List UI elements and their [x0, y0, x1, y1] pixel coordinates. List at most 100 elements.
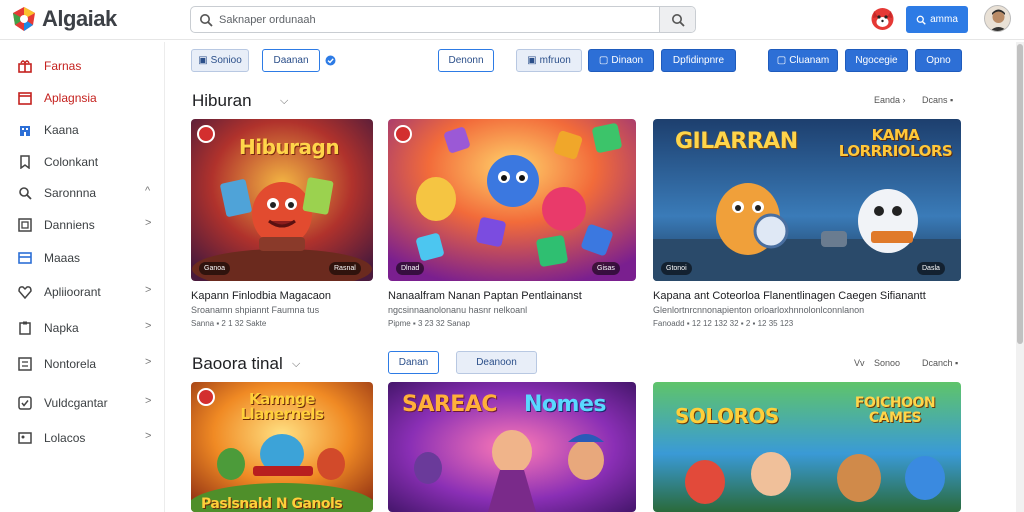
- sidebar-item-label: Farnas: [44, 59, 82, 73]
- chip-filter-4[interactable]: ▣ mfruon: [516, 49, 582, 72]
- sidebar-item-1[interactable]: Farnas: [0, 54, 165, 78]
- scrollbar-thumb[interactable]: [1017, 44, 1023, 344]
- game-card-1[interactable]: Hiburagn Ganoa Rasnal: [191, 119, 373, 281]
- section-title-hiburan: Hiburan: [192, 91, 252, 110]
- favorite-icon[interactable]: [197, 388, 215, 406]
- section-link-a[interactable]: Eanda ›: [874, 95, 906, 105]
- game-card-2-subtitle: ngcsinnaanolonanu hasnr nelkoanl: [388, 305, 528, 315]
- section-link-a[interactable]: Sonoo: [874, 358, 900, 368]
- building-icon: [20, 126, 30, 136]
- game-card-3-title[interactable]: Kapana ant Coteorloa Flanentlinagen Caeg…: [653, 290, 926, 302]
- game-card-4[interactable]: Kamnge Llanernels Paslsnald N Ganols: [191, 382, 373, 512]
- section-title-baoora: Baoora tinal: [192, 354, 283, 373]
- game-card-1-title[interactable]: Kapann Finlodbia Magacaon: [191, 290, 331, 302]
- chip-filter-3[interactable]: Denonn: [438, 49, 494, 72]
- game-card-6[interactable]: SOLOROS FOICHOON CAMES: [653, 382, 961, 512]
- chip-filter-6[interactable]: Dpfidinpnre: [661, 49, 736, 72]
- section-link-b[interactable]: Dcanch ▪: [922, 358, 958, 368]
- sidebar-item-2[interactable]: Aplagnsia: [0, 86, 165, 110]
- sidebar-item-label: Vuldcgantar: [44, 396, 108, 410]
- sidebar-item-7[interactable]: Maaas: [0, 246, 165, 270]
- sidebar-item-6[interactable]: Danniens >: [0, 213, 165, 237]
- user-avatar-icon: [985, 6, 1010, 31]
- game-art-image: [388, 119, 636, 281]
- top-bar: Algaiak amma: [0, 0, 1024, 40]
- chip-filter-1[interactable]: ▣ Sonioo: [191, 49, 249, 72]
- game-art-title: Kamnge Llanernels: [240, 390, 325, 423]
- tab-deanoon[interactable]: Deanoon: [456, 351, 537, 374]
- chip-filter-2[interactable]: Daanan: [262, 49, 320, 72]
- game-art-title: GILARRAN: [675, 129, 798, 154]
- game-card-2[interactable]: Dlnad Gisas: [388, 119, 636, 281]
- chip-label: Dpfidinpnre: [672, 55, 725, 66]
- mascot-icon[interactable]: [869, 5, 896, 32]
- chip-filter-5[interactable]: ▢ Dinaon: [588, 49, 654, 72]
- section-link-b[interactable]: Dcans ▪: [922, 95, 953, 105]
- favorite-icon[interactable]: [197, 125, 215, 143]
- chip-label: Dinaon: [611, 55, 644, 66]
- chevron-right-icon[interactable]: >: [145, 320, 151, 332]
- game-art-title: SOLOROS: [675, 404, 779, 428]
- search-input[interactable]: [219, 10, 649, 30]
- sidebar-item-4[interactable]: Colonkant: [0, 150, 165, 174]
- sidebar-item-label: Danniens: [44, 218, 95, 232]
- chip-label: mfruon: [539, 55, 571, 66]
- app-logo[interactable]: Algaiak: [12, 6, 117, 32]
- sidebar-item-label: Aplagnsia: [44, 91, 97, 105]
- search-action-button[interactable]: amma: [906, 6, 968, 33]
- sidebar-item-9[interactable]: Napka >: [0, 316, 165, 340]
- sidebar-item-label: Kaana: [44, 123, 79, 137]
- chevron-down-icon[interactable]: ⌵: [292, 358, 300, 371]
- sidebar-item-8[interactable]: Apliioorant >: [0, 280, 165, 304]
- search-icon: [916, 15, 926, 25]
- game-card-2-title[interactable]: Nanaalfram Nanan Paptan Pentlainanst: [388, 290, 582, 302]
- card-badge-left: Gtonoi: [661, 262, 692, 275]
- search-button[interactable]: [659, 7, 695, 32]
- game-art-subtitle: KAMA LORRRIOLORS: [838, 126, 953, 160]
- sidebar-item-3[interactable]: Kaana: [0, 118, 165, 142]
- game-art-title: SAREAC: [402, 392, 498, 417]
- grid-icon: [18, 218, 32, 232]
- chevron-up-icon[interactable]: ^: [145, 185, 150, 197]
- chip-label: Opno: [926, 55, 951, 66]
- sidebar-item-5[interactable]: Saronnna ^: [0, 181, 165, 205]
- image-icon: [18, 432, 32, 444]
- square-icon: ▣: [198, 55, 208, 66]
- chip-filter-8[interactable]: Ngocegie: [845, 49, 908, 72]
- calendar-icon: [18, 92, 32, 105]
- favorite-icon[interactable]: [394, 125, 412, 143]
- chip-filter-9[interactable]: Opno: [915, 49, 962, 72]
- heart-icon: [18, 286, 32, 299]
- chevron-right-icon[interactable]: >: [145, 217, 151, 229]
- chevron-right-icon[interactable]: >: [145, 356, 151, 368]
- square-icon: ▣: [527, 55, 537, 66]
- tab-label: Danan: [398, 357, 429, 368]
- chevron-down-icon[interactable]: ⌵: [280, 95, 288, 108]
- search-icon: [671, 13, 685, 27]
- chip-label: Cluanam: [789, 55, 830, 66]
- game-card-3[interactable]: GILARRAN KAMA LORRRIOLORS Gtonoi Dasla: [653, 119, 961, 281]
- sidebar-item-label: Nontorela: [44, 357, 97, 371]
- app-name: Algaiak: [42, 6, 117, 31]
- sidebar-item-10[interactable]: Nontorela >: [0, 352, 165, 376]
- check-icon: [18, 396, 32, 410]
- chevron-right-icon[interactable]: >: [145, 395, 151, 407]
- sidebar-item-label: Lolacos: [44, 431, 86, 445]
- sidebar-item-label: Maaas: [44, 251, 81, 265]
- filter-icon[interactable]: Vv: [854, 358, 865, 368]
- chevron-right-icon[interactable]: >: [145, 284, 151, 296]
- tab-danan[interactable]: Danan: [388, 351, 439, 374]
- chip-filter-7[interactable]: ▢ Cluanam: [768, 49, 838, 72]
- chevron-right-icon[interactable]: >: [145, 430, 151, 442]
- clipboard-icon: [19, 321, 31, 335]
- search-bar[interactable]: [190, 6, 696, 33]
- game-card-5[interactable]: SAREAC Nomes: [388, 382, 636, 512]
- game-art-subtitle: Nomes: [524, 392, 606, 417]
- avatar[interactable]: [984, 5, 1011, 32]
- sidebar-item-12[interactable]: Lolacos >: [0, 426, 165, 450]
- chip-label: Sonioo: [210, 55, 242, 66]
- sidebar-item-11[interactable]: Vuldcgantar >: [0, 391, 165, 415]
- gift-icon: [18, 60, 32, 73]
- game-art-subtitle: Paslsnald N Ganols: [201, 496, 343, 512]
- list-icon: [18, 357, 32, 371]
